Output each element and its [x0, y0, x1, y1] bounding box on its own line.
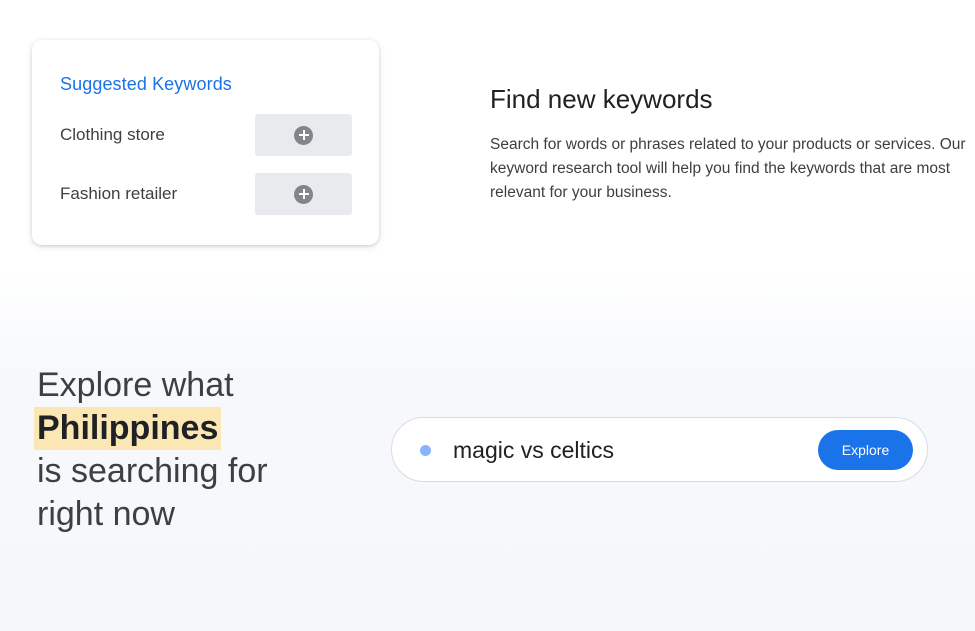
- add-keyword-button[interactable]: [255, 114, 352, 156]
- explore-heading-line: is searching for: [37, 452, 268, 490]
- country-highlight: Philippines: [34, 407, 222, 450]
- trending-search-bar: Explore: [391, 417, 928, 482]
- dot-icon: [420, 445, 431, 456]
- keyword-label: Clothing store: [60, 125, 165, 144]
- explore-button[interactable]: Explore: [818, 430, 913, 470]
- keyword-label: Fashion retailer: [60, 184, 178, 203]
- add-circle-icon: [294, 125, 313, 145]
- find-keywords-heading: Find new keywords: [490, 84, 713, 114]
- suggested-keywords-title: Suggested Keywords: [60, 74, 232, 94]
- find-keywords-description: Search for words or phrases related to y…: [490, 136, 966, 201]
- add-keyword-button[interactable]: [255, 173, 352, 215]
- explore-heading: Explore what Philippines is searching fo…: [34, 364, 357, 536]
- explore-heading-line: right now: [37, 495, 175, 533]
- add-circle-icon: [294, 184, 313, 204]
- keyword-row: Fashion retailer: [60, 173, 352, 215]
- explore-heading-country-line: Philippines: [34, 407, 357, 450]
- suggested-keywords-card: Suggested Keywords Clothing store Fashio…: [32, 40, 379, 245]
- explore-heading-line: Explore what: [37, 366, 234, 404]
- keyword-row: Clothing store: [60, 114, 352, 156]
- search-input[interactable]: [453, 432, 803, 468]
- keywords-section: Suggested Keywords Clothing store Fashio…: [0, 0, 975, 270]
